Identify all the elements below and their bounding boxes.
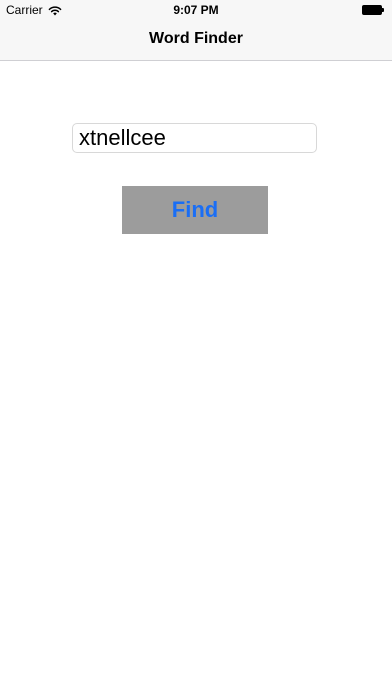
status-time: 9:07 PM: [173, 3, 219, 17]
word-input[interactable]: [72, 123, 317, 153]
status-bar: Carrier 9:07 PM: [0, 0, 392, 20]
page-title: Word Finder: [149, 30, 243, 47]
navigation-bar: Word Finder: [0, 20, 392, 61]
battery-icon: [362, 5, 386, 15]
find-button[interactable]: Find: [122, 186, 268, 234]
